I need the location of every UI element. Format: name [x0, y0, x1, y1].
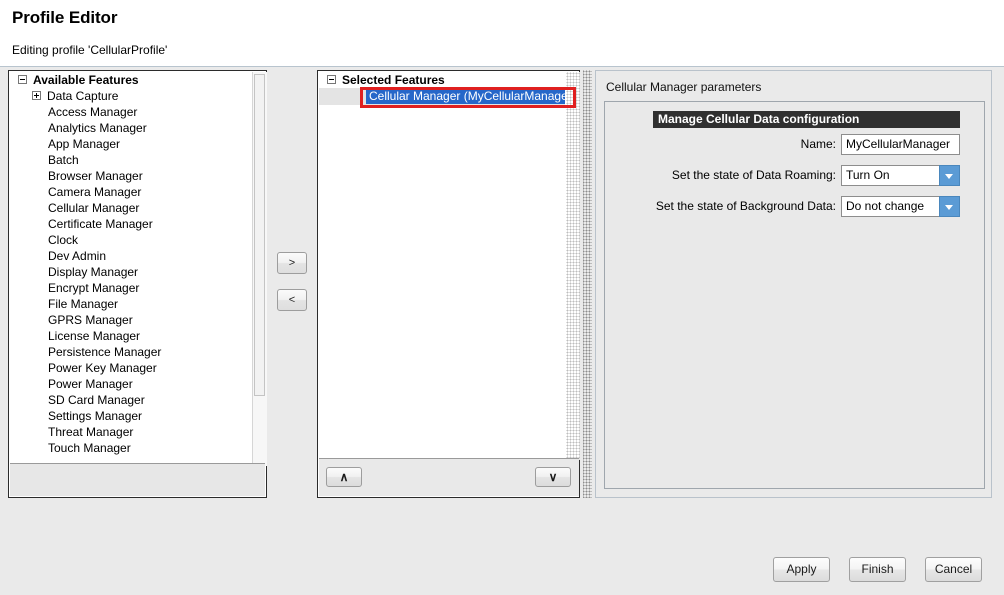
tree-root-selected-features[interactable]: Selected Features: [319, 72, 565, 88]
list-item[interactable]: Touch Manager: [10, 440, 252, 456]
chevron-down-icon[interactable]: [939, 196, 960, 217]
parameters-title: Cellular Manager parameters: [606, 80, 762, 94]
collapse-expander-icon[interactable]: [18, 75, 27, 85]
list-item[interactable]: Dev Admin: [10, 248, 252, 264]
feature-label: Browser Manager: [48, 169, 143, 183]
section-header: Manage Cellular Data configuration: [653, 111, 960, 128]
feature-label: App Manager: [48, 137, 121, 151]
list-item[interactable]: Cellular Manager: [10, 200, 252, 216]
add-feature-button[interactable]: >: [277, 252, 307, 274]
panel-sash-divider[interactable]: [583, 70, 592, 498]
parameters-panel: Cellular Manager parameters Manage Cellu…: [595, 70, 992, 498]
selected-features-tree[interactable]: Selected Features Cellular Manager (MyCe…: [319, 72, 565, 460]
list-item[interactable]: Camera Manager: [10, 184, 252, 200]
list-item[interactable]: Display Manager: [10, 264, 252, 280]
list-item[interactable]: Persistence Manager: [10, 344, 252, 360]
tree-root-label: Selected Features: [342, 73, 445, 87]
expand-expander-icon[interactable]: [32, 91, 41, 101]
feature-label: Certificate Manager: [48, 217, 153, 231]
list-item[interactable]: Encrypt Manager: [10, 280, 252, 296]
list-item[interactable]: Browser Manager: [10, 168, 252, 184]
list-item[interactable]: Certificate Manager: [10, 216, 252, 232]
field-row-data-roaming: Set the state of Data Roaming: Turn On: [605, 165, 960, 187]
data-roaming-value: Turn On: [841, 165, 939, 186]
feature-label: Display Manager: [48, 265, 139, 279]
feature-label: Threat Manager: [48, 425, 134, 439]
available-features-footer-strip: [10, 463, 265, 496]
feature-label: Camera Manager: [48, 185, 142, 199]
list-item[interactable]: File Manager: [10, 296, 252, 312]
list-item[interactable]: Power Key Manager: [10, 360, 252, 376]
list-item[interactable]: Threat Manager: [10, 424, 252, 440]
scrollbar-thumb[interactable]: [254, 74, 265, 396]
list-item[interactable]: GPRS Manager: [10, 312, 252, 328]
cancel-button[interactable]: Cancel: [925, 557, 982, 582]
feature-label: Power Manager: [48, 377, 133, 391]
feature-label: SD Card Manager: [48, 393, 145, 407]
apply-button[interactable]: Apply: [773, 557, 830, 582]
data-roaming-select[interactable]: Turn On: [841, 165, 960, 186]
list-item[interactable]: License Manager: [10, 328, 252, 344]
collapse-expander-icon[interactable]: [327, 75, 336, 85]
available-features-tree[interactable]: Available Features Data Capture Access M…: [10, 72, 252, 466]
move-up-button[interactable]: ∧: [326, 467, 362, 487]
selected-features-panel: Selected Features Cellular Manager (MyCe…: [317, 70, 580, 498]
remove-feature-button[interactable]: <: [277, 289, 307, 311]
list-item[interactable]: Batch: [10, 152, 252, 168]
feature-label: Batch: [48, 153, 79, 167]
page-subtitle: Editing profile 'CellularProfile': [12, 43, 168, 57]
background-data-label: Set the state of Background Data:: [655, 199, 836, 213]
parameters-group-box: Manage Cellular Data configuration Name:…: [604, 101, 985, 489]
feature-label: Clock: [48, 233, 79, 247]
page-title: Profile Editor: [12, 8, 118, 27]
field-row-background-data: Set the state of Background Data: Do not…: [605, 196, 960, 218]
list-item-cellular-manager[interactable]: Cellular Manager (MyCellularManager): [366, 89, 565, 104]
available-features-panel: Available Features Data Capture Access M…: [8, 70, 267, 498]
name-label: Name:: [800, 137, 836, 151]
chevron-down-icon[interactable]: [939, 165, 960, 186]
tree-root-label: Available Features: [33, 73, 139, 87]
feature-label: License Manager: [48, 329, 141, 343]
list-item[interactable]: Access Manager: [10, 104, 252, 120]
tree-group-label: Data Capture: [47, 89, 119, 103]
background-data-value: Do not change: [841, 196, 939, 217]
list-item[interactable]: Settings Manager: [10, 408, 252, 424]
feature-label: Encrypt Manager: [48, 281, 140, 295]
list-item[interactable]: Clock: [10, 232, 252, 248]
feature-label: Analytics Manager: [48, 121, 147, 135]
feature-label: Touch Manager: [48, 441, 131, 455]
feature-label: File Manager: [48, 297, 119, 311]
page-header: Profile Editor Editing profile 'Cellular…: [0, 0, 1004, 67]
selected-features-scrollbar[interactable]: [565, 72, 580, 460]
list-item[interactable]: SD Card Manager: [10, 392, 252, 408]
feature-label: Settings Manager: [48, 409, 143, 423]
feature-label: Access Manager: [48, 105, 138, 119]
feature-label: Power Key Manager: [48, 361, 157, 375]
available-features-scrollbar[interactable]: [252, 72, 267, 466]
name-field[interactable]: MyCellularManager: [841, 134, 960, 155]
feature-label: Dev Admin: [48, 249, 107, 263]
move-down-button[interactable]: ∨: [535, 467, 571, 487]
background-data-select[interactable]: Do not change: [841, 196, 960, 217]
feature-label: Persistence Manager: [48, 345, 162, 359]
data-roaming-label: Set the state of Data Roaming:: [671, 168, 836, 182]
selected-features-footer-strip: ∧ ∨: [319, 458, 579, 496]
list-item[interactable]: Analytics Manager: [10, 120, 252, 136]
finish-button[interactable]: Finish: [849, 557, 906, 582]
tree-group-data-capture[interactable]: Data Capture: [10, 88, 252, 104]
field-row-name: Name: MyCellularManager: [605, 134, 960, 156]
feature-label: Cellular Manager: [48, 201, 140, 215]
list-item[interactable]: App Manager: [10, 136, 252, 152]
list-item[interactable]: Power Manager: [10, 376, 252, 392]
tree-root-available-features[interactable]: Available Features: [10, 72, 252, 88]
feature-label: GPRS Manager: [48, 313, 133, 327]
